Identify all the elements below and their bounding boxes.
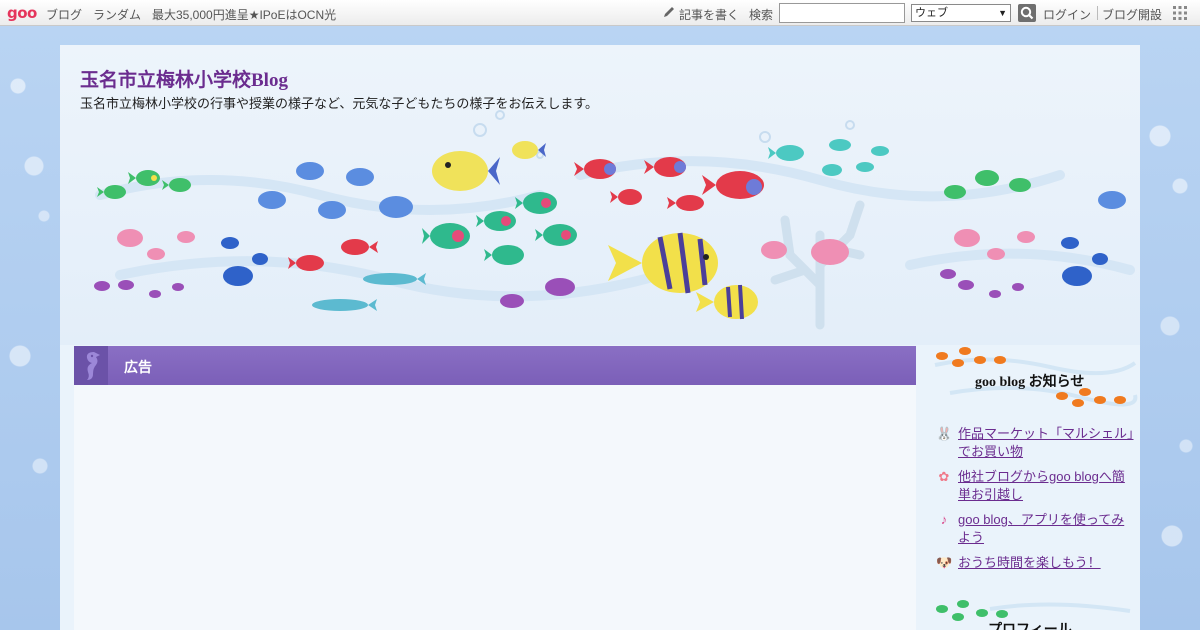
chevron-down-icon: ▼ <box>998 8 1007 18</box>
search-input[interactable] <box>779 3 905 23</box>
notice-item: ♪ goo blog、アプリを使ってみよう <box>936 511 1136 547</box>
apps-grid-icon[interactable] <box>1172 5 1188 21</box>
sidebar: goo blog お知らせ 🐰 作品マーケット「マルシェル」でお買い物 ✿ 他社… <box>930 345 1140 630</box>
main-column: 広告 <box>74 346 916 630</box>
notice-link-marchel[interactable]: 作品マーケット「マルシェル」でお買い物 <box>958 426 1134 459</box>
sidebar-notice-header: goo blog お知らせ <box>930 345 1140 413</box>
blog-container: 玉名市立梅林小学校Blog 玉名市立梅林小学校の行事や授業の様子など、元気な子ど… <box>60 45 1140 630</box>
search-button[interactable] <box>1018 4 1036 22</box>
notice-link-app[interactable]: goo blog、アプリを使ってみよう <box>958 512 1124 545</box>
pencil-icon[interactable] <box>662 5 676 19</box>
blog-title[interactable]: 玉名市立梅林小学校Blog <box>80 65 288 92</box>
seahorse-box <box>74 346 108 385</box>
seahorse-icon <box>86 352 100 380</box>
search-scope-select[interactable]: ウェブ ▼ <box>911 4 1011 22</box>
open-blog-link[interactable]: ブログ開設 <box>1102 6 1162 23</box>
notice-link-migration[interactable]: 他社ブログからgoo blogへ簡単お引越し <box>958 469 1125 502</box>
toolbar-link-ocn-ad[interactable]: 最大35,000円進呈★IPoEはOCN光 <box>152 6 336 23</box>
search-scope-value: ウェブ <box>915 7 948 19</box>
goo-toolbar: goo ブログ ランダム 最大35,000円進呈★IPoEはOCN光 記事を書く… <box>0 0 1200 26</box>
login-link[interactable]: ログイン <box>1043 6 1091 23</box>
notice-list: 🐰 作品マーケット「マルシェル」でお買い物 ✿ 他社ブログからgoo blogへ… <box>936 425 1136 579</box>
notice-link-home-time[interactable]: おうち時間を楽しもう！ <box>958 555 1101 570</box>
rabbit-icon: 🐰 <box>936 426 953 441</box>
flower-icon: ✿ <box>938 469 950 484</box>
blog-description: 玉名市立梅林小学校の行事や授業の様子など、元気な子どもたちの様子をお伝えします。 <box>80 96 599 111</box>
profile-title: プロフィール <box>988 619 1072 630</box>
notice-item: 🐰 作品マーケット「マルシェル」でお買い物 <box>936 425 1136 461</box>
ad-heading: 広告 <box>124 359 152 375</box>
goo-logo[interactable]: goo <box>7 4 37 22</box>
notice-title: goo blog お知らせ <box>975 375 1085 390</box>
ad-section-header: 広告 <box>74 346 916 385</box>
sidebar-profile-header: プロフィール <box>930 593 1140 630</box>
search-label: 検索 <box>749 8 774 22</box>
notice-item: ✿ 他社ブログからgoo blogへ簡単お引越し <box>936 468 1136 504</box>
notice-item: 🐶 おうち時間を楽しもう！ <box>936 554 1136 572</box>
toolbar-link-blog[interactable]: ブログ <box>46 6 82 23</box>
search-icon <box>1020 6 1034 20</box>
toolbar-link-random[interactable]: ランダム <box>93 6 141 23</box>
toolbar-divider <box>1097 6 1098 20</box>
music-note-icon: ♪ <box>940 512 948 527</box>
blog-header: 玉名市立梅林小学校Blog 玉名市立梅林小学校の行事や授業の様子など、元気な子ど… <box>60 45 1140 345</box>
write-post-link[interactable]: 記事を書く <box>679 6 739 23</box>
dog-icon: 🐶 <box>936 555 953 570</box>
